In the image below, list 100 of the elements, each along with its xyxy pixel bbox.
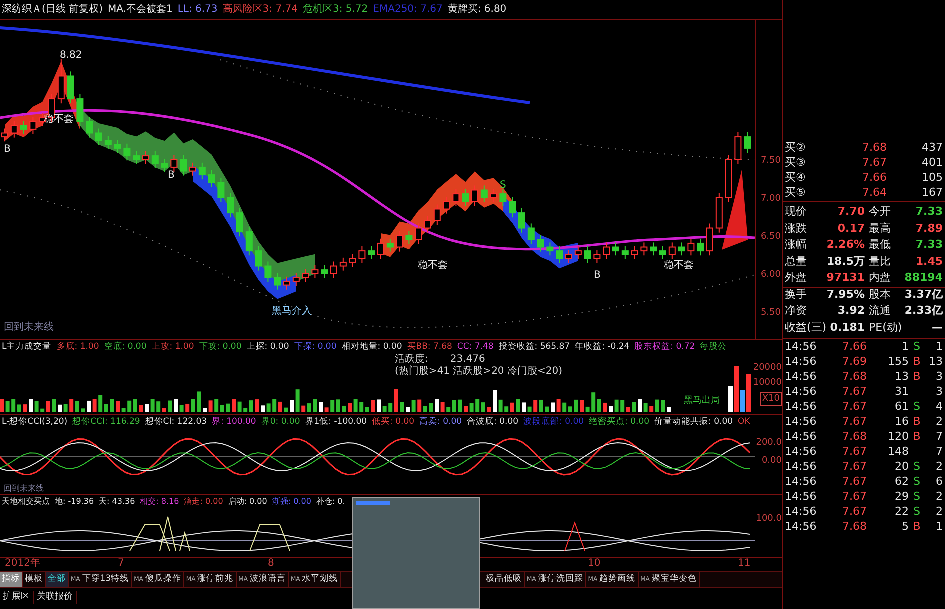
quote-value: 0.17	[836, 222, 865, 236]
order-price: 7.66	[862, 170, 887, 184]
indicator-value: 股东权益: 0.72	[634, 341, 696, 354]
indicator-value: 启动: 0.00	[228, 496, 268, 508]
date-label: 2012年	[5, 558, 40, 570]
axis-label: 5.50	[760, 308, 781, 318]
activity-label: 活跃度:	[395, 354, 428, 366]
quote-value: 88194	[904, 271, 943, 286]
chart-label: B	[168, 170, 175, 182]
chart-label: 黑马介入	[272, 306, 312, 318]
tick-volume: 155	[887, 354, 909, 368]
indicator-value: 高卖: 0.00	[420, 416, 462, 429]
tick-volume: 20	[894, 460, 909, 474]
formula-tab[interactable]: 极品低吸	[484, 572, 525, 587]
tick-count: 2	[935, 504, 944, 518]
tick-count: 7	[935, 444, 944, 458]
chart-label: 稳不套	[418, 260, 448, 272]
candle	[556, 246, 564, 264]
candle	[490, 189, 498, 203]
candle	[386, 238, 394, 252]
axis-label: 6.50	[760, 232, 781, 242]
candle	[584, 246, 592, 264]
candle	[274, 272, 282, 290]
candle	[312, 265, 319, 279]
axis-label: 100.0	[756, 513, 782, 525]
tick-time: 14:56	[785, 370, 818, 384]
tick-price: 7.66	[842, 340, 867, 354]
date-label: 10	[588, 558, 601, 570]
activity-note: (热门股>41 活跃股>20 冷门股<20)	[395, 366, 564, 378]
candle	[716, 192, 723, 234]
indicator-value: 上攻: 1.00	[152, 341, 194, 354]
candle	[292, 272, 300, 287]
indicator-value: 溜走: 0.00	[184, 496, 224, 508]
quote-label: 总量	[785, 254, 807, 269]
quote-value: 3.92	[836, 304, 865, 318]
candle	[124, 143, 131, 162]
tick-volume: 13	[894, 370, 909, 384]
indicator-value: 天地相交买点	[2, 496, 50, 508]
candle	[58, 59, 65, 104]
candle	[434, 204, 441, 226]
tick-time: 14:56	[785, 384, 818, 398]
axis-label: 7.50	[760, 156, 781, 166]
indicator-value: 相交: 8.16	[140, 496, 180, 508]
tick-side: B	[913, 370, 921, 384]
candle	[688, 238, 695, 256]
formula-tab[interactable]: 全部	[46, 572, 69, 587]
tick-count: 2	[935, 490, 944, 504]
tick-count: 6	[935, 474, 944, 488]
bottom-tab[interactable]: 关联报价	[34, 590, 77, 604]
candle	[546, 242, 554, 256]
tick-volume: 31	[894, 384, 909, 398]
candle	[218, 178, 225, 203]
axis-label: 10000	[753, 377, 782, 389]
header-value: MA.不会被套1	[108, 2, 173, 16]
tick-count: 4	[935, 400, 944, 414]
axis-label: 6.00	[760, 270, 781, 280]
order-volume: 437	[921, 140, 943, 154]
tick-price: 7.69	[842, 354, 867, 368]
tick-volume: 1	[901, 340, 909, 354]
candle	[330, 261, 338, 279]
axis-label: 7.00	[760, 194, 781, 204]
indicator-value: L-想你CCI(3,20)	[2, 416, 68, 429]
order-price: 7.67	[862, 156, 887, 170]
indicator-value: 想你CI: 122.03	[145, 416, 208, 429]
indicator-value: 下攻: 0.00	[199, 341, 242, 354]
tick-volume: 5	[901, 520, 909, 534]
tick-side: S	[914, 490, 920, 504]
tick-time: 14:56	[785, 490, 818, 504]
indicator-value: 年收益: -0.24	[575, 341, 630, 354]
tick-volume: 16	[894, 414, 909, 428]
tick-volume: 62	[894, 474, 909, 488]
indicator-value: 价量动能共振: 0.00	[654, 416, 734, 429]
candle	[76, 94, 84, 127]
tick-price: 7.67	[842, 414, 867, 428]
bottom-tab[interactable]: 扩展区	[0, 590, 34, 604]
indicator-value: 买BB: 7.68	[407, 341, 452, 354]
indicator-value: 渐强: 0.00	[272, 496, 312, 508]
candle	[725, 154, 732, 203]
candle	[96, 128, 102, 146]
candle	[480, 185, 488, 203]
candle	[537, 234, 544, 252]
quote-label: 换手	[785, 288, 807, 302]
indicator-value: 界0: 0.00	[261, 416, 300, 429]
quote-label: 现价	[785, 205, 807, 220]
candle	[104, 136, 112, 150]
candle	[161, 158, 168, 173]
indicator-value: 界1低: -100.00	[305, 416, 368, 429]
quote-label: 内盘	[869, 271, 891, 286]
tick-price: 7.67	[842, 504, 867, 518]
candle	[631, 246, 638, 260]
tick-price: 7.68	[842, 520, 867, 534]
tick-side: S	[914, 340, 920, 354]
candle	[198, 162, 206, 180]
candle	[424, 216, 432, 234]
quote-value: 3.37亿	[904, 288, 943, 302]
indicator-value: 上探: 0.00	[246, 341, 290, 354]
indicator-value: 下探: 0.00	[294, 341, 337, 354]
quote-value: 7.89	[914, 222, 943, 236]
indicator-value: 天: 43.36	[99, 496, 136, 508]
chart-label: S	[500, 180, 506, 192]
